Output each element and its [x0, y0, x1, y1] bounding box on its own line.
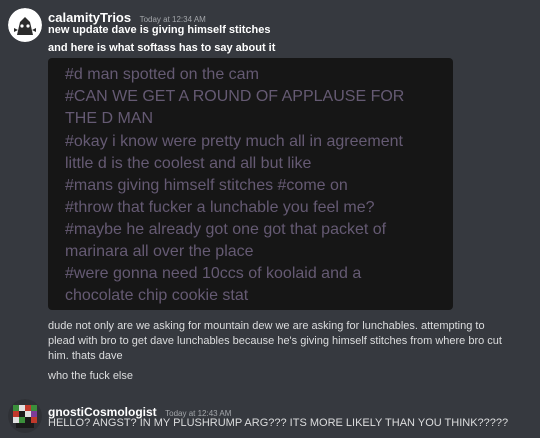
message-text-line: who the fuck else	[48, 370, 133, 382]
avatar-image	[8, 8, 42, 42]
image-tag-text: #maybe he already got one got that packe…	[65, 221, 387, 238]
message-text-line: and here is what softass has to say abou…	[48, 42, 276, 54]
image-tag-text: chocolate chip cookie stat	[65, 287, 249, 304]
image-tag-text: THE D MAN	[65, 110, 153, 127]
image-tag-text: #d man spotted on the cam	[65, 66, 259, 83]
message-text-line: dude not only are we asking for mountain…	[48, 320, 485, 332]
message-group-1: calamityTrios Today at 12:34 AM new upda…	[0, 0, 540, 395]
image-attachment[interactable]: #d man spotted on the cam #CAN WE GET A …	[48, 58, 453, 310]
image-tag-text: #okay i know were pretty much all in agr…	[65, 133, 403, 150]
avatar-calamitytrios[interactable]	[8, 8, 42, 42]
message-text-line: plead with bro to get dave lunchables be…	[48, 335, 502, 347]
message-text-line: HELLO? ANGST? IN MY PLUSHRUMP ARG??? ITS…	[48, 417, 509, 429]
message-text-line: him. thats dave	[48, 350, 123, 362]
image-tag-text: #CAN WE GET A ROUND OF APPLAUSE FOR	[65, 88, 405, 105]
message-group-2: gnostiCosmologist Today at 12:43 AM HELL…	[0, 395, 540, 438]
avatar-gnosticosmologist[interactable]	[8, 399, 42, 433]
message-text-line: new update dave is giving himself stitch…	[48, 24, 271, 36]
image-tag-text: #mans giving himself stitches #come on	[65, 177, 348, 194]
image-tag-text: #throw that fucker a lunchable you feel …	[65, 199, 375, 216]
avatar-image	[8, 399, 42, 433]
image-tag-text: little d is the coolest and all but like	[65, 155, 312, 172]
image-tag-text: #were gonna need 10ccs of koolaid and a	[65, 265, 362, 282]
image-tag-text: marinara all over the place	[65, 243, 254, 260]
